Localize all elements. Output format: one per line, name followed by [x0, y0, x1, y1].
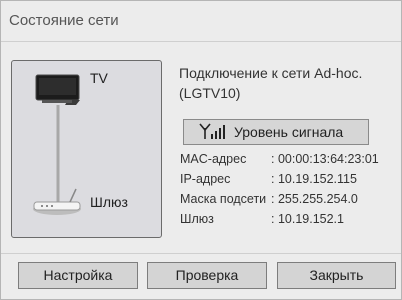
gateway-key: Шлюз — [180, 212, 214, 226]
mac-address-value: : 00:00:13:64:23:01 — [271, 152, 379, 166]
gateway-value: : 10.19.152.1 — [271, 212, 344, 226]
network-status-dialog: Состояние сети TV Шлюз Подключение к сет… — [0, 0, 402, 300]
subnet-mask-value: : 255.255.254.0 — [271, 192, 358, 206]
footer-divider — [1, 253, 401, 254]
diagram-graphics — [33, 74, 81, 215]
check-button[interactable]: Проверка — [147, 262, 267, 289]
signal-strength-button[interactable]: Уровень сигнала — [183, 119, 369, 145]
network-diagram: TV Шлюз — [11, 60, 162, 238]
connection-status-text: Подключение к сети Ad-hoc. (LGTV10) — [179, 65, 363, 101]
settings-button[interactable]: Настройка — [18, 262, 138, 289]
dialog-title: Состояние сети — [9, 12, 119, 29]
tv-icon — [35, 74, 80, 105]
ip-address-key: IP-адрес — [180, 172, 231, 186]
close-button[interactable]: Закрыть — [277, 262, 396, 289]
signal-icon — [199, 123, 225, 139]
dialog-titlebar: Состояние сети — [1, 1, 401, 42]
gateway-label: Шлюз — [90, 194, 128, 210]
ip-address-value: : 10.19.152.115 — [271, 172, 357, 186]
signal-strength-label: Уровень сигнала — [234, 124, 344, 140]
mac-address-key: MAC-адрес — [180, 152, 247, 166]
subnet-mask-key: Маска подсети — [180, 192, 267, 206]
connection-info: Подключение к сети Ad-hoc. (LGTV10) — [179, 63, 394, 103]
tv-label: TV — [90, 70, 108, 86]
